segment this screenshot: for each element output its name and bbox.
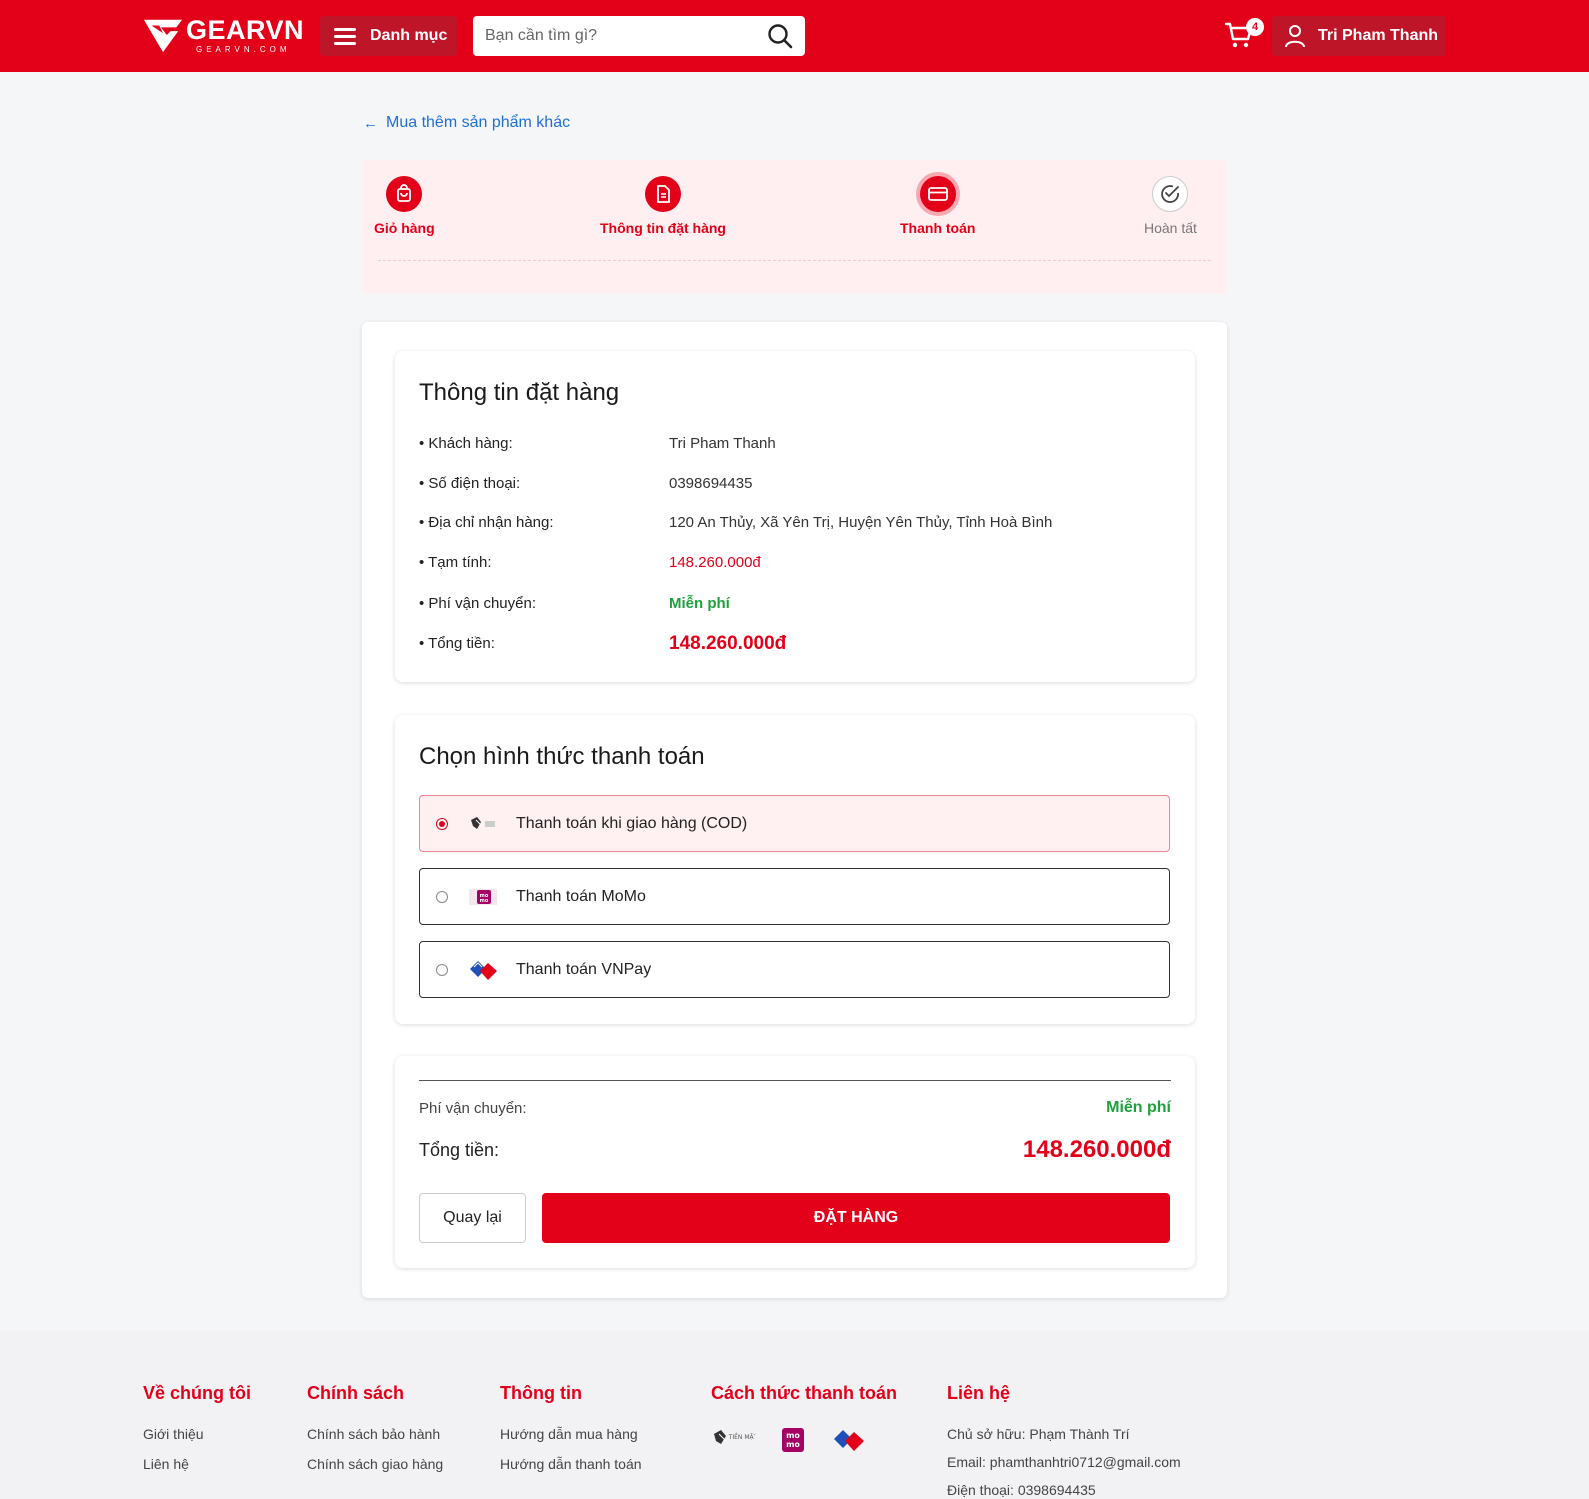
search-bar [473,16,805,56]
info-row-address: • Địa chỉ nhận hàng: 120 An Thủy, Xã Yên… [419,514,1053,531]
summary-total-value: 148.260.000đ [1022,1136,1171,1163]
footer-contact: Liên hệ Chủ sở hữu: Phạm Thành Trí Email… [947,1383,1181,1499]
check-circle-icon [1152,176,1189,212]
summary-shipping-value: Miễn phí [1106,1099,1171,1116]
step-complete-label: Hoàn tất [1144,220,1197,236]
payment-option-momo[interactable]: mo mo Thanh toán MoMo [419,868,1170,925]
user-icon [1285,25,1305,48]
footer-email[interactable]: Email: phamthanhtri0712@gmail.com [947,1454,1181,1470]
info-row-phone: • Số điện thoại: 0398694435 [419,475,753,492]
checkout-progress: Giỏ hàng Thông tin đặt hàng Thanh toán H… [362,160,1227,294]
footer-info-title: Thông tin [500,1383,582,1403]
vnpay-icon [831,1426,867,1459]
footer-about: Về chúng tôi Giới thiệu Liên hệ [143,1383,251,1486]
step-payment-label: Thanh toán [900,220,976,236]
step-cart-label: Giỏ hàng [374,220,435,236]
payment-momo-label: Thanh toán MoMo [516,887,646,905]
vnpay-icon [466,956,500,984]
payment-option-cod[interactable]: Thanh toán khi giao hàng (COD) [419,795,1170,852]
radio-momo[interactable] [436,890,448,903]
footer-info: Thông tin Hướng dẫn mua hàng Hướng dẫn t… [500,1383,642,1486]
payment-vnpay-label: Thanh toán VNPay [516,960,652,978]
payment-method-title: Chọn hình thức thanh toán [419,743,705,770]
info-row-shipping: • Phí vận chuyển: Miễn phí [419,595,730,612]
svg-text:mo: mo [786,1431,800,1440]
step-payment: Thanh toán [900,176,975,236]
summary-shipping-label: Phí vận chuyển: [419,1099,527,1117]
footer-policy-title: Chính sách [307,1383,405,1403]
document-icon [644,176,681,212]
gearvn-logo[interactable]: GEARVN GEARVN.COM [142,14,304,56]
category-menu-label: Danh mục [370,27,448,44]
summary-total-label: Tổng tiền: [419,1139,500,1160]
user-name: Tri Pham Thanh [1318,27,1439,44]
svg-text:mo: mo [786,1440,800,1449]
cash-icon [466,810,500,838]
order-summary-section: Phí vận chuyển: Miễn phí Tổng tiền: 148.… [395,1056,1195,1268]
footer-contact-title: Liên hệ [947,1383,1011,1403]
payment-cod-label: Thanh toán khi giao hàng (COD) [516,814,748,832]
step-cart: Giỏ hàng [374,176,435,236]
step-order-info: Thông tin đặt hàng [600,176,726,236]
step-complete: Hoàn tất [1144,176,1197,236]
summary-total-row: Tổng tiền: 148.260.000đ [419,1136,1171,1164]
search-icon[interactable] [767,23,793,49]
order-info-title: Thông tin đặt hàng [419,379,620,406]
momo-icon: mo mo [781,1427,805,1458]
category-menu-button[interactable]: Danh mục [320,16,457,56]
step-order-info-label: Thông tin đặt hàng [600,220,726,236]
payment-option-vnpay[interactable]: Thanh toán VNPay [419,941,1170,998]
footer-about-title: Về chúng tôi [143,1383,251,1403]
user-account-button[interactable]: Tri Pham Thanh [1272,16,1446,56]
footer-policy: Chính sách Chính sách bảo hành Chính sác… [307,1383,443,1486]
bag-icon [386,176,423,212]
footer-payment-methods: Cách thức thanh toán TIỀN MẶT mo mo [711,1383,897,1459]
svg-text:mo: mo [480,898,489,904]
cash-icon: TIỀN MẶT [711,1426,758,1459]
cart-count-badge: 4 [1246,18,1264,36]
order-info-section: Thông tin đặt hàng • Khách hàng: Tri Pha… [395,351,1195,682]
place-order-button[interactable]: ĐẶT HÀNG [542,1193,1170,1243]
footer-link-shipping[interactable]: Chính sách giao hàng [307,1456,443,1472]
back-button[interactable]: Quay lại [419,1193,526,1243]
footer-phone[interactable]: Điện thoại: 0398694435 [947,1482,1181,1498]
radio-vnpay[interactable] [436,963,448,976]
progress-divider [378,260,1211,261]
radio-cod[interactable] [436,817,448,830]
continue-shopping-link[interactable]: ← Mua thêm sản phẩm khác [363,114,570,132]
footer-link-buy-guide[interactable]: Hướng dẫn mua hàng [500,1426,642,1442]
logo-text: GEARVN [185,14,304,45]
payment-method-section: Chọn hình thức thanh toán Thanh toán khi… [395,715,1195,1024]
site-footer: Về chúng tôi Giới thiệu Liên hệ Chính sá… [0,1331,1589,1499]
arrow-left-icon: ← [363,114,378,132]
hamburger-icon [334,27,356,45]
info-row-total: • Tổng tiền: 148.260.000đ [419,633,787,654]
momo-icon: mo mo [466,883,500,911]
info-row-subtotal: • Tạm tính: 148.260.000đ [419,554,761,571]
logo-mark-icon [143,19,183,53]
cash-caption: TIỀN MẶT [728,1433,755,1441]
info-row-customer: • Khách hàng: Tri Pham Thanh [419,435,776,452]
footer-payment-title: Cách thức thanh toán [711,1383,898,1403]
summary-shipping-row: Phí vận chuyển: Miễn phí [419,1099,1171,1117]
cart-button[interactable]: 4 [1224,18,1264,56]
footer-link-intro[interactable]: Giới thiệu [143,1426,251,1442]
footer-link-warranty[interactable]: Chính sách bảo hành [307,1426,443,1442]
summary-divider [419,1080,1171,1081]
footer-link-contact[interactable]: Liên hệ [143,1456,251,1472]
continue-shopping-label: Mua thêm sản phẩm khác [386,114,571,131]
search-input[interactable] [473,17,753,55]
footer-link-pay-guide[interactable]: Hướng dẫn thanh toán [500,1456,642,1472]
card-icon [919,176,956,212]
footer-owner: Chủ sở hữu: Phạm Thành Trí [947,1426,1130,1442]
logo-subtext: GEARVN.COM [195,44,291,54]
top-header: GEARVN GEARVN.COM Danh mục 4 Tri Pham Th… [0,0,1589,72]
